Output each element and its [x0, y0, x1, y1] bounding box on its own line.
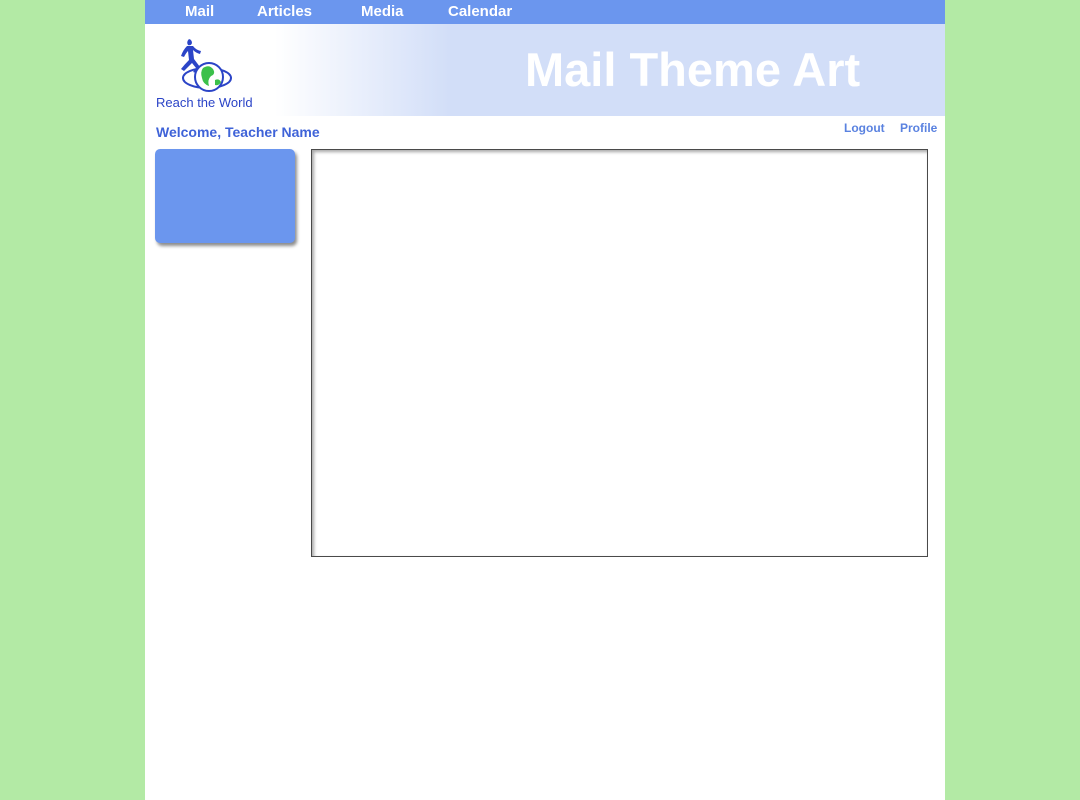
logo-text: Reach the World	[156, 95, 253, 110]
logo[interactable]: Reach the World	[153, 36, 259, 112]
page-container: Mail Articles Media Calendar Reach the W…	[145, 0, 945, 800]
nav-item-mail[interactable]: Mail	[185, 3, 214, 21]
nav-item-articles[interactable]: Articles	[257, 3, 312, 21]
globe-with-runner-logo-icon	[181, 39, 232, 92]
sidebar-panel	[155, 149, 295, 243]
profile-link[interactable]: Profile	[900, 121, 937, 135]
nav-item-calendar[interactable]: Calendar	[448, 3, 512, 21]
content-frame[interactable]	[311, 149, 928, 557]
top-navigation-bar: Mail Articles Media Calendar	[145, 0, 945, 24]
welcome-message: Welcome, Teacher Name	[156, 124, 320, 140]
page-title: Mail Theme Art	[525, 43, 861, 96]
header-banner: Reach the World Mail Theme Art	[145, 24, 945, 116]
nav-item-media[interactable]: Media	[361, 3, 404, 21]
logout-link[interactable]: Logout	[844, 121, 885, 135]
